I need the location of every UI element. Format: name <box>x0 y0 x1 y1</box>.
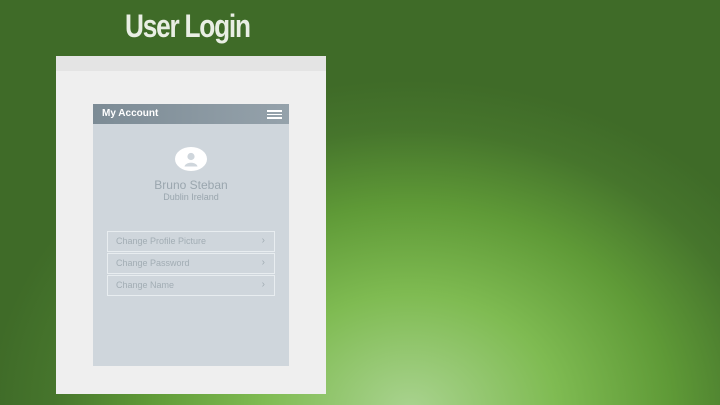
hamburger-menu-icon[interactable] <box>267 110 282 119</box>
menu-item-label: Change Profile Picture <box>116 236 207 246</box>
change-profile-picture-item[interactable]: Change Profile Picture › <box>107 231 275 252</box>
user-location: Dublin Ireland <box>163 192 219 202</box>
account-screen: My Account Bruno Steban Dublin Ireland C… <box>93 104 289 366</box>
account-header: My Account <box>93 104 289 124</box>
account-menu-list: Change Profile Picture › Change Password… <box>107 231 275 297</box>
user-name: Bruno Steban <box>154 178 228 192</box>
slide-title: User Login <box>125 8 251 44</box>
menu-item-label: Change Password <box>116 258 190 268</box>
chevron-right-icon: › <box>261 257 265 268</box>
avatar <box>175 147 207 171</box>
device-frame: My Account Bruno Steban Dublin Ireland C… <box>56 56 326 394</box>
change-name-item[interactable]: Change Name › <box>107 275 275 296</box>
header-title: My Account <box>102 108 159 119</box>
menu-item-label: Change Name <box>116 280 175 290</box>
chevron-right-icon: › <box>261 279 265 290</box>
chevron-right-icon: › <box>261 235 265 246</box>
user-avatar-icon <box>184 152 198 167</box>
frame-top-bar <box>56 56 326 71</box>
change-password-item[interactable]: Change Password › <box>107 253 275 274</box>
